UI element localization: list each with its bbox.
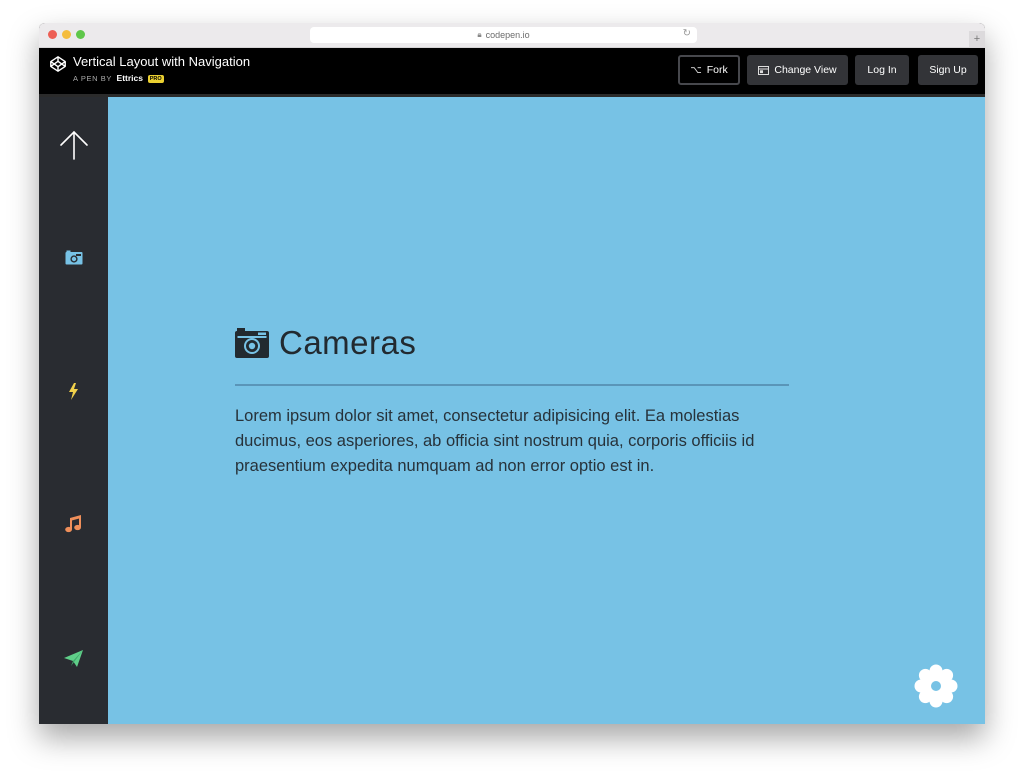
codepen-header: Vertical Layout with Navigation A PEN BY… — [39, 48, 985, 97]
fork-icon: ⌥ — [690, 64, 702, 76]
browser-toolbar: 🔒︎ codepen.io ↻ + — [39, 23, 985, 48]
nav-item-top[interactable] — [39, 129, 108, 161]
browser-window: 🔒︎ codepen.io ↻ + Vertical Layout with N… — [39, 23, 985, 724]
divider — [235, 384, 789, 386]
address-bar[interactable]: 🔒︎ codepen.io ↻ — [310, 27, 697, 43]
codepen-logo-icon[interactable] — [49, 55, 67, 73]
fork-label: Fork — [706, 64, 728, 76]
paper-plane-icon — [64, 650, 83, 667]
minimize-window-button[interactable] — [62, 30, 71, 39]
change-view-label: Change View — [774, 64, 837, 76]
maximize-window-button[interactable] — [76, 30, 85, 39]
section-body: Lorem ipsum dolor sit amet, consectetur … — [235, 407, 755, 475]
byline-prefix: A PEN BY — [73, 74, 112, 83]
nav-item-send[interactable] — [39, 650, 108, 667]
lock-icon: 🔒︎ — [477, 30, 482, 39]
nav-item-music[interactable] — [39, 515, 108, 533]
fork-button[interactable]: ⌥ Fork — [678, 55, 740, 85]
pen-byline: A PEN BY Ettrics PRO — [73, 73, 164, 83]
up-arrow-icon — [59, 130, 88, 160]
reload-icon[interactable]: ↻ — [683, 28, 691, 39]
pen-title[interactable]: Vertical Layout with Navigation — [73, 54, 250, 69]
nav-item-lightning[interactable] — [39, 383, 108, 400]
address-text: codepen.io — [485, 30, 530, 40]
settings-gear-icon[interactable] — [913, 663, 959, 709]
main-content: Cameras Lorem ipsum dolor sit amet, cons… — [108, 97, 985, 724]
camera-icon — [65, 250, 82, 265]
lightning-icon — [69, 383, 78, 400]
music-note-icon — [65, 515, 81, 533]
layout-icon — [758, 65, 770, 75]
change-view-button[interactable]: Change View — [747, 55, 848, 85]
log-in-button[interactable]: Log In — [855, 55, 909, 85]
pro-badge: PRO — [147, 75, 164, 83]
new-tab-button[interactable]: + — [969, 31, 985, 47]
camera-icon — [235, 328, 269, 358]
section-title: Cameras — [279, 324, 417, 361]
close-window-button[interactable] — [48, 30, 57, 39]
sign-up-button[interactable]: Sign Up — [918, 55, 978, 85]
pen-author-link[interactable]: Ettrics — [117, 73, 143, 83]
nav-item-cameras[interactable] — [39, 250, 108, 265]
section-heading: Cameras — [235, 323, 416, 363]
vertical-nav — [39, 97, 108, 724]
